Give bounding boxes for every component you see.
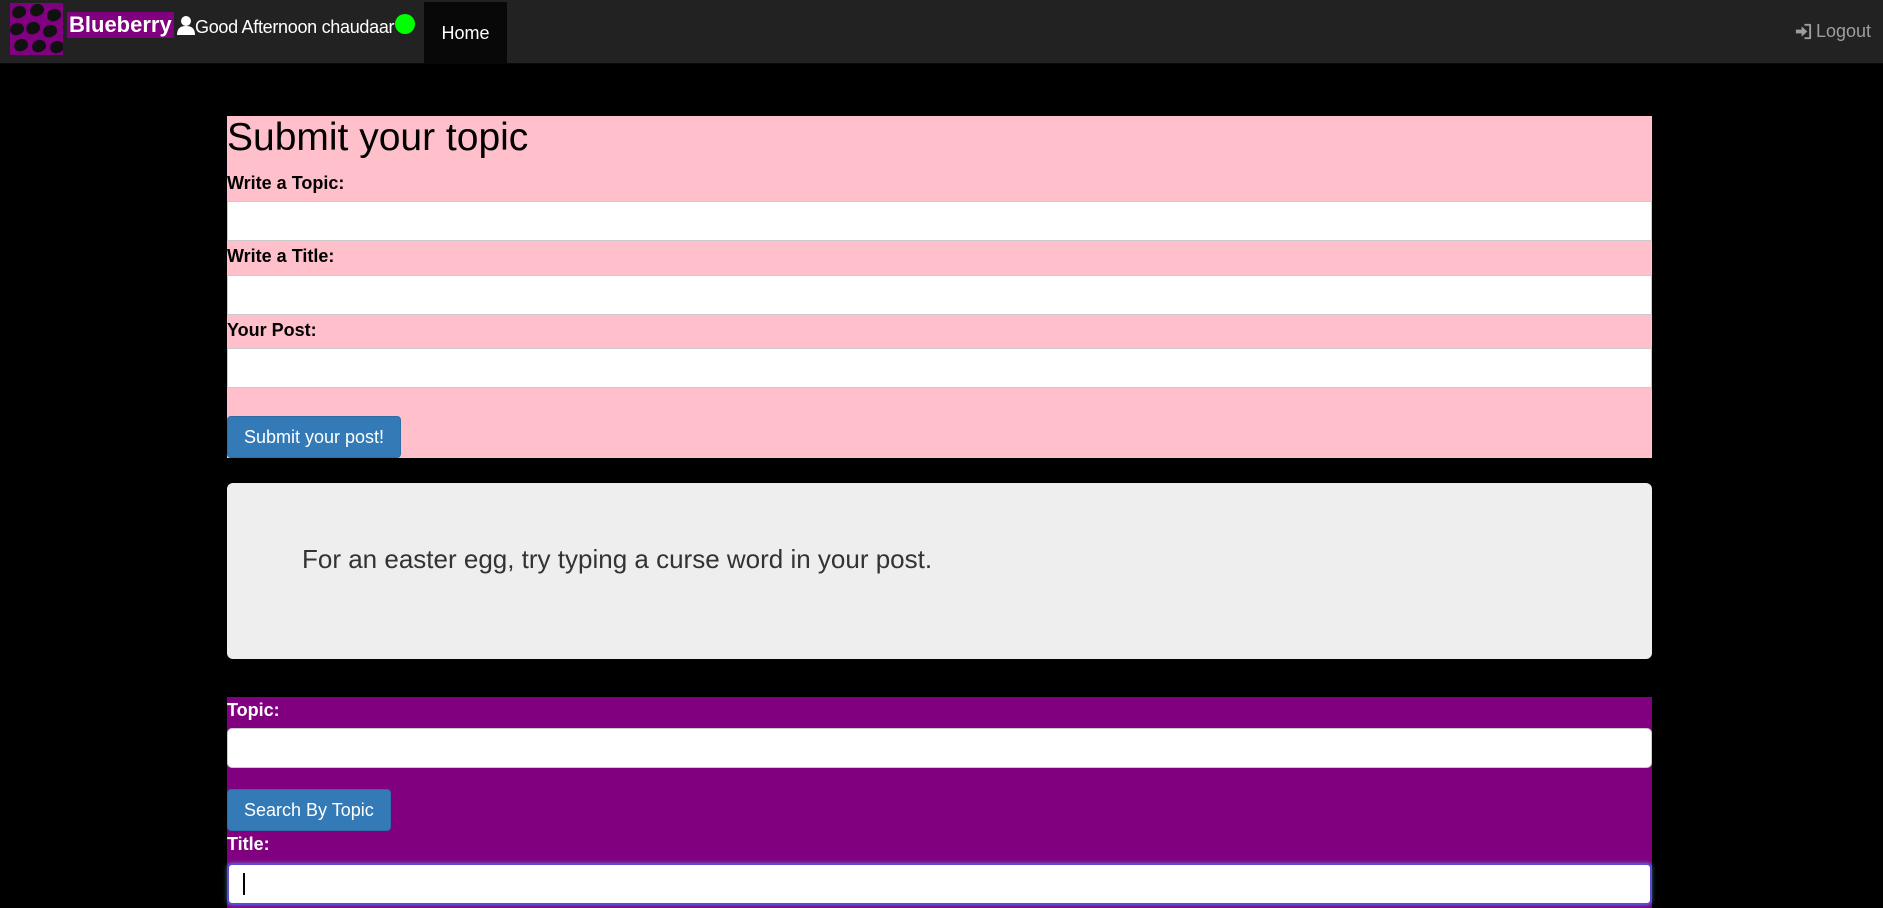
search-topic-label: Topic:: [227, 700, 280, 720]
online-status-indicator: [395, 14, 415, 34]
search-topic-input[interactable]: [227, 728, 1652, 768]
easter-egg-jumbotron: For an easter egg, try typing a curse wo…: [227, 483, 1652, 659]
form-heading: Submit your topic: [227, 116, 529, 159]
post-label: Your Post:: [227, 320, 317, 340]
sign-in-icon: [1795, 23, 1812, 39]
submit-post-button[interactable]: Submit your post!: [227, 416, 402, 458]
search-form: Topic: Search By Topic Title:: [227, 697, 1652, 908]
navbar: Blueberry Good Afternoon chaudaar Home L…: [0, 0, 1883, 64]
title-label: Write a Title:: [227, 246, 335, 266]
user-icon: [177, 16, 195, 35]
text-caret: [243, 873, 245, 895]
easter-egg-hint: For an easter egg, try typing a curse wo…: [302, 544, 933, 574]
logout-label: Logout: [1815, 21, 1871, 41]
greeting-text: Good Afternoon chaudaar: [195, 17, 395, 37]
search-title-input[interactable]: [227, 863, 1652, 905]
topic-label: Write a Topic:: [227, 173, 345, 193]
blueberry-logo[interactable]: [10, 3, 63, 55]
nav-home-link[interactable]: Home: [424, 2, 507, 64]
logout-link[interactable]: Logout: [1794, 20, 1871, 42]
submit-topic-form: Submit your topic Write a Topic: Write a…: [227, 116, 1652, 458]
search-by-topic-button[interactable]: Search By Topic: [227, 789, 391, 831]
brand-name[interactable]: Blueberry: [67, 12, 174, 38]
title-input[interactable]: [227, 275, 1652, 315]
topic-input[interactable]: [227, 201, 1652, 241]
search-title-label: Title:: [227, 834, 270, 854]
post-input[interactable]: [227, 348, 1652, 388]
